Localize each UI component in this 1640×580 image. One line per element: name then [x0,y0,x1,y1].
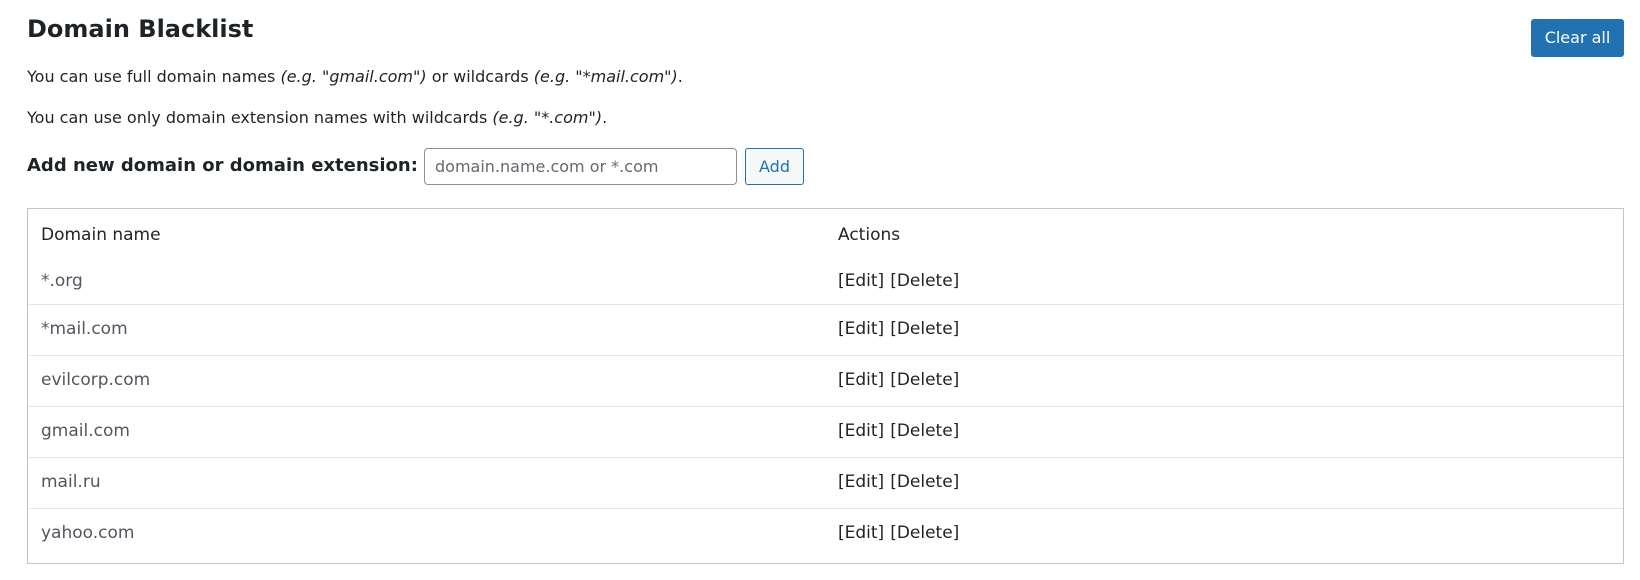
edit-link[interactable]: [Edit] [838,421,884,441]
description-full-domains: You can use full domain names (e.g. "gma… [27,66,683,88]
table-row: evilcorp.com [Edit] [Delete] [28,355,1623,406]
table-row: yahoo.com [Edit] [Delete] [28,508,1623,559]
edit-link[interactable]: [Edit] [838,370,884,390]
delete-link[interactable]: [Delete] [890,523,959,543]
domain-cell: gmail.com [41,421,130,441]
description-text: You can use only domain extension names … [27,108,493,127]
add-button[interactable]: Add [745,148,804,185]
column-header-domain: Domain name [41,225,161,245]
add-domain-label: Add new domain or domain extension: [27,155,418,176]
domain-table: Domain name Actions *.org [Edit] [Delete]… [27,208,1624,564]
delete-link[interactable]: [Delete] [890,319,959,339]
page-title: Domain Blacklist [27,15,254,43]
description-text: or wildcards [426,67,534,86]
edit-link[interactable]: [Edit] [838,271,884,291]
example-text: (e.g. "*.com") [492,108,603,127]
table-row: *mail.com [Edit] [Delete] [28,304,1623,355]
example-text: (e.g. "gmail.com") [280,67,427,86]
table-row: gmail.com [Edit] [Delete] [28,406,1623,457]
actions-cell: [Edit] [Delete] [838,369,959,391]
description-extensions: You can use only domain extension names … [27,107,607,129]
domain-cell: yahoo.com [41,523,135,543]
domain-cell: mail.ru [41,472,101,492]
actions-cell: [Edit] [Delete] [838,270,959,292]
actions-cell: [Edit] [Delete] [838,522,959,544]
delete-link[interactable]: [Delete] [890,421,959,441]
delete-link[interactable]: [Delete] [890,370,959,390]
column-header-actions: Actions [838,225,901,245]
description-text: You can use full domain names [27,67,281,86]
clear-all-button[interactable]: Clear all [1531,19,1624,57]
actions-cell: [Edit] [Delete] [838,318,959,340]
delete-link[interactable]: [Delete] [890,271,959,291]
domain-cell: evilcorp.com [41,370,151,390]
delete-link[interactable]: [Delete] [890,472,959,492]
edit-link[interactable]: [Edit] [838,319,884,339]
actions-cell: [Edit] [Delete] [838,471,959,493]
table-header: Domain name Actions [28,209,1623,261]
edit-link[interactable]: [Edit] [838,523,884,543]
domain-cell: *mail.com [41,319,128,339]
example-text: (e.g. "*mail.com") [533,67,678,86]
description-text: . [602,108,608,127]
domain-cell: *.org [41,271,83,291]
edit-link[interactable]: [Edit] [838,472,884,492]
table-row: mail.ru [Edit] [Delete] [28,457,1623,508]
actions-cell: [Edit] [Delete] [838,420,959,442]
domain-input[interactable] [424,148,737,185]
domain-blacklist-page: Domain Blacklist Clear all You can use f… [0,0,1640,580]
description-text: . [677,67,683,86]
